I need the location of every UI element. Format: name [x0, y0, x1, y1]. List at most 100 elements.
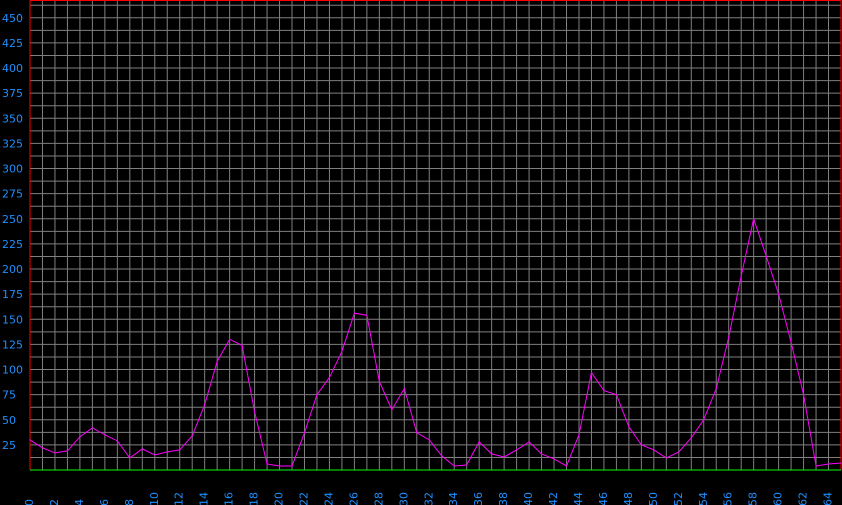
y-tick-label: 450	[2, 12, 23, 25]
y-tick-label: 225	[2, 238, 23, 251]
data-point	[266, 463, 268, 465]
x-tick-label: 56	[722, 492, 735, 505]
y-tick-label: 50	[2, 414, 16, 427]
data-point	[378, 380, 380, 383]
y-tick-label: 25	[2, 439, 16, 452]
data-point	[453, 465, 455, 467]
data-point	[615, 394, 618, 396]
x-tick-label: 14	[198, 492, 211, 505]
data-point	[840, 462, 842, 464]
x-tick-label: 46	[597, 492, 610, 505]
y-tick-label: 125	[2, 338, 23, 351]
y-tick-label: 350	[2, 112, 23, 125]
data-point	[715, 387, 717, 390]
data-point	[416, 432, 418, 434]
data-point	[653, 449, 655, 451]
data-point	[790, 341, 792, 343]
data-point	[503, 456, 505, 458]
x-tick-label: 52	[672, 492, 685, 505]
data-point	[466, 464, 468, 466]
x-tick-label: 38	[497, 492, 510, 505]
data-point	[154, 454, 156, 456]
x-tick-label: 42	[547, 492, 560, 505]
data-point	[665, 457, 667, 459]
x-tick-label: 2	[48, 499, 61, 505]
plot-background	[0, 0, 842, 505]
y-tick-label: 250	[2, 213, 23, 226]
x-tick-label: 26	[347, 492, 360, 505]
y-tick-label: 200	[2, 263, 23, 276]
data-point	[241, 344, 243, 346]
data-point	[291, 465, 293, 467]
data-point	[141, 448, 143, 450]
data-point	[578, 434, 580, 436]
x-tick-label: 24	[322, 492, 335, 505]
data-point	[553, 458, 555, 460]
y-tick-label: 375	[2, 87, 23, 100]
data-point	[753, 218, 755, 220]
line-chart: 2550751001251501752002252502753003253503…	[0, 0, 842, 505]
x-tick-label: 32	[422, 492, 435, 505]
x-tick-label: 54	[697, 492, 710, 505]
data-point	[66, 450, 69, 452]
data-point	[540, 453, 543, 455]
data-point	[778, 293, 780, 295]
x-tick-label: 18	[248, 492, 261, 505]
y-tick-label: 400	[2, 62, 23, 75]
data-point	[341, 350, 343, 353]
data-point	[590, 371, 593, 374]
x-tick-label: 36	[472, 492, 485, 505]
data-point	[802, 394, 805, 396]
x-tick-label: 8	[123, 499, 136, 505]
x-tick-label: 10	[148, 492, 161, 505]
x-tick-label: 48	[622, 492, 635, 505]
x-tick-label: 28	[372, 492, 385, 505]
data-point	[628, 426, 630, 428]
data-point	[690, 437, 692, 439]
x-tick-label: 60	[772, 492, 785, 505]
x-tick-label: 34	[447, 492, 460, 505]
data-point	[403, 387, 405, 390]
data-point	[765, 255, 767, 257]
data-point	[179, 449, 181, 451]
data-point	[104, 434, 106, 436]
data-point	[253, 411, 256, 413]
data-point	[740, 275, 742, 277]
y-tick-label: 425	[2, 37, 23, 50]
data-point	[516, 449, 518, 451]
data-point	[278, 465, 281, 467]
y-tick-label: 175	[2, 288, 23, 301]
data-point	[441, 455, 443, 457]
y-tick-label: 275	[2, 188, 23, 201]
y-tick-label: 100	[2, 364, 23, 377]
data-point	[728, 336, 730, 338]
data-point	[91, 427, 93, 429]
data-point	[116, 440, 118, 442]
data-point	[491, 453, 493, 455]
y-tick-label: 300	[2, 163, 23, 176]
data-point	[204, 404, 206, 406]
data-point	[565, 465, 568, 467]
data-point	[640, 444, 642, 446]
data-point	[29, 439, 31, 441]
data-point	[815, 465, 817, 467]
x-tick-label: 58	[747, 492, 760, 505]
y-tick-label: 75	[2, 389, 16, 402]
x-tick-label: 12	[173, 492, 186, 505]
x-tick-label: 40	[522, 492, 535, 505]
data-point	[303, 432, 306, 434]
data-point	[191, 435, 193, 437]
data-point	[79, 436, 81, 438]
data-point	[703, 419, 705, 421]
data-point	[678, 451, 680, 453]
data-point	[391, 409, 393, 411]
x-tick-label: 16	[223, 492, 236, 505]
x-tick-label: 4	[73, 499, 86, 505]
data-point	[603, 390, 605, 392]
x-tick-label: 64	[822, 492, 835, 505]
data-point	[216, 360, 218, 363]
x-tick-label: 22	[297, 492, 310, 505]
x-tick-label: 50	[647, 492, 660, 505]
x-tick-label: 6	[98, 499, 111, 505]
data-point	[428, 439, 430, 441]
